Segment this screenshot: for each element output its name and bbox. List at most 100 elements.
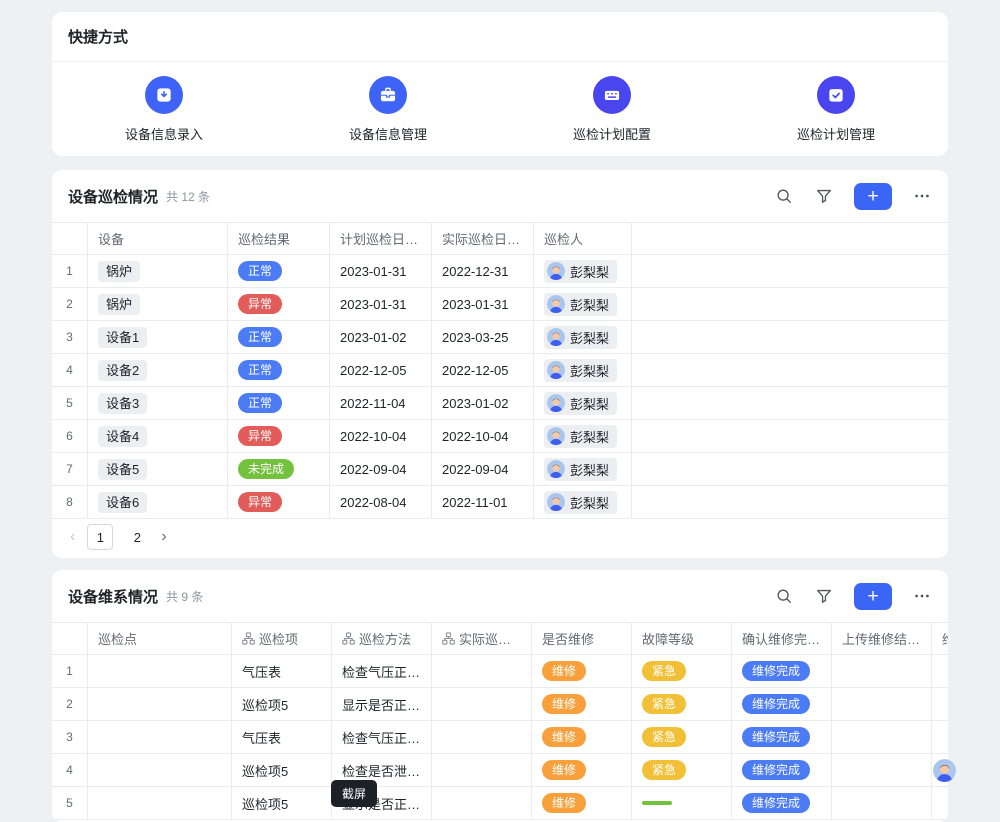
device-cell[interactable]: 设备3 [88, 387, 228, 419]
method-cell[interactable]: 检查气压正… [332, 721, 432, 753]
inspector-cell[interactable]: 彭梨梨 [534, 387, 632, 419]
column-header[interactable]: 实际巡检日… [432, 223, 534, 254]
result-cell[interactable]: 正常 [228, 354, 330, 386]
column-header[interactable]: 计划巡检日… [330, 223, 432, 254]
add-record-button[interactable]: + [854, 183, 892, 210]
column-header[interactable]: 上传维修结… [832, 623, 932, 654]
method-cell[interactable]: 显示是否正… [332, 688, 432, 720]
repair-cell[interactable]: 维修 [532, 688, 632, 720]
upload-cell[interactable] [832, 787, 932, 819]
actual-date-cell[interactable]: 2023-01-31 [432, 288, 534, 320]
row-number[interactable]: 8 [52, 486, 88, 518]
row-number[interactable]: 5 [52, 787, 88, 819]
inspector-cell[interactable]: 彭梨梨 [534, 420, 632, 452]
column-header[interactable]: 维… [932, 623, 948, 654]
confirm-cell[interactable]: 维修完成 [732, 787, 832, 819]
column-header[interactable]: 巡检人 [534, 223, 632, 254]
actual-cell[interactable] [432, 721, 532, 753]
row-number[interactable]: 4 [52, 754, 88, 786]
result-cell[interactable]: 正常 [228, 321, 330, 353]
row-number[interactable]: 1 [52, 655, 88, 687]
item-cell[interactable]: 巡检项5 [232, 754, 332, 786]
item-cell[interactable]: 气压表 [232, 655, 332, 687]
planned-date-cell[interactable]: 2022-12-05 [330, 354, 432, 386]
more-icon[interactable] [912, 586, 932, 606]
planned-date-cell[interactable]: 2023-01-31 [330, 288, 432, 320]
point-cell[interactable] [88, 721, 232, 753]
confirm-cell[interactable]: 维修完成 [732, 754, 832, 786]
row-number[interactable]: 3 [52, 321, 88, 353]
more-icon[interactable] [912, 186, 932, 206]
point-cell[interactable] [88, 754, 232, 786]
method-cell[interactable]: 检查气压正… [332, 655, 432, 687]
column-header[interactable]: 是否维修 [532, 623, 632, 654]
row-number[interactable]: 3 [52, 721, 88, 753]
upload-cell[interactable] [832, 754, 932, 786]
page-1[interactable]: 1 [87, 524, 113, 550]
column-header[interactable]: 巡检结果 [228, 223, 330, 254]
result-cell[interactable]: 正常 [228, 255, 330, 287]
actual-date-cell[interactable]: 2022-10-04 [432, 420, 534, 452]
column-header[interactable]: 实际巡… [432, 623, 532, 654]
confirm-cell[interactable]: 维修完成 [732, 688, 832, 720]
inspector-cell[interactable]: 彭梨梨 [534, 453, 632, 485]
result-cell[interactable]: 异常 [228, 288, 330, 320]
item-cell[interactable]: 巡检项5 [232, 787, 332, 819]
device-cell[interactable]: 设备6 [88, 486, 228, 518]
repair-cell[interactable]: 维修 [532, 787, 632, 819]
planned-date-cell[interactable]: 2022-10-04 [330, 420, 432, 452]
row-number[interactable]: 7 [52, 453, 88, 485]
filter-icon[interactable] [814, 186, 834, 206]
actual-cell[interactable] [432, 754, 532, 786]
shortcut-device-manage[interactable]: 设备信息管理 [276, 76, 500, 143]
upload-cell[interactable] [832, 655, 932, 687]
inspector-cell[interactable]: 彭梨梨 [534, 288, 632, 320]
planned-date-cell[interactable]: 2023-01-02 [330, 321, 432, 353]
inspector-cell[interactable]: 彭梨梨 [534, 486, 632, 518]
confirm-cell[interactable]: 维修完成 [732, 721, 832, 753]
point-cell[interactable] [88, 688, 232, 720]
device-cell[interactable]: 设备2 [88, 354, 228, 386]
shortcut-device-entry[interactable]: 设备信息录入 [52, 76, 276, 143]
confirm-cell[interactable]: 维修完成 [732, 655, 832, 687]
repair-cell[interactable]: 维修 [532, 754, 632, 786]
actual-date-cell[interactable]: 2022-09-04 [432, 453, 534, 485]
column-header[interactable]: 故障等级 [632, 623, 732, 654]
add-record-button[interactable]: + [854, 583, 892, 610]
column-header[interactable]: 巡检方法 [332, 623, 432, 654]
search-icon[interactable] [774, 586, 794, 606]
result-cell[interactable]: 异常 [228, 486, 330, 518]
floating-avatar[interactable] [933, 759, 956, 782]
actual-cell[interactable] [432, 688, 532, 720]
column-header[interactable]: 设备 [88, 223, 228, 254]
upload-cell[interactable] [832, 721, 932, 753]
level-cell[interactable]: 紧急 [632, 754, 732, 786]
planned-date-cell[interactable]: 2022-11-04 [330, 387, 432, 419]
page-2[interactable]: 2 [125, 525, 149, 549]
next-page-icon[interactable]: › [161, 528, 166, 546]
row-number[interactable]: 5 [52, 387, 88, 419]
level-cell[interactable]: 紧急 [632, 721, 732, 753]
level-cell[interactable]: 紧急 [632, 655, 732, 687]
device-cell[interactable]: 锅炉 [88, 255, 228, 287]
device-cell[interactable]: 设备5 [88, 453, 228, 485]
row-number[interactable]: 1 [52, 255, 88, 287]
inspector-cell[interactable]: 彭梨梨 [534, 354, 632, 386]
shortcut-plan-config[interactable]: 巡检计划配置 [500, 76, 724, 143]
column-header[interactable]: 巡检点 [88, 623, 232, 654]
device-cell[interactable]: 设备1 [88, 321, 228, 353]
repair-cell[interactable]: 维修 [532, 721, 632, 753]
actual-cell[interactable] [432, 655, 532, 687]
shortcut-plan-manage[interactable]: 巡检计划管理 [724, 76, 948, 143]
actual-date-cell[interactable]: 2022-12-31 [432, 255, 534, 287]
actual-date-cell[interactable]: 2022-12-05 [432, 354, 534, 386]
prev-page-icon[interactable]: ‹ [70, 528, 75, 546]
planned-date-cell[interactable]: 2022-09-04 [330, 453, 432, 485]
column-header[interactable]: 巡检项 [232, 623, 332, 654]
inspector-cell[interactable]: 彭梨梨 [534, 255, 632, 287]
item-cell[interactable]: 巡检项5 [232, 688, 332, 720]
level-cell[interactable] [632, 787, 732, 819]
row-number[interactable]: 2 [52, 288, 88, 320]
level-cell[interactable]: 紧急 [632, 688, 732, 720]
repair-cell[interactable]: 维修 [532, 655, 632, 687]
